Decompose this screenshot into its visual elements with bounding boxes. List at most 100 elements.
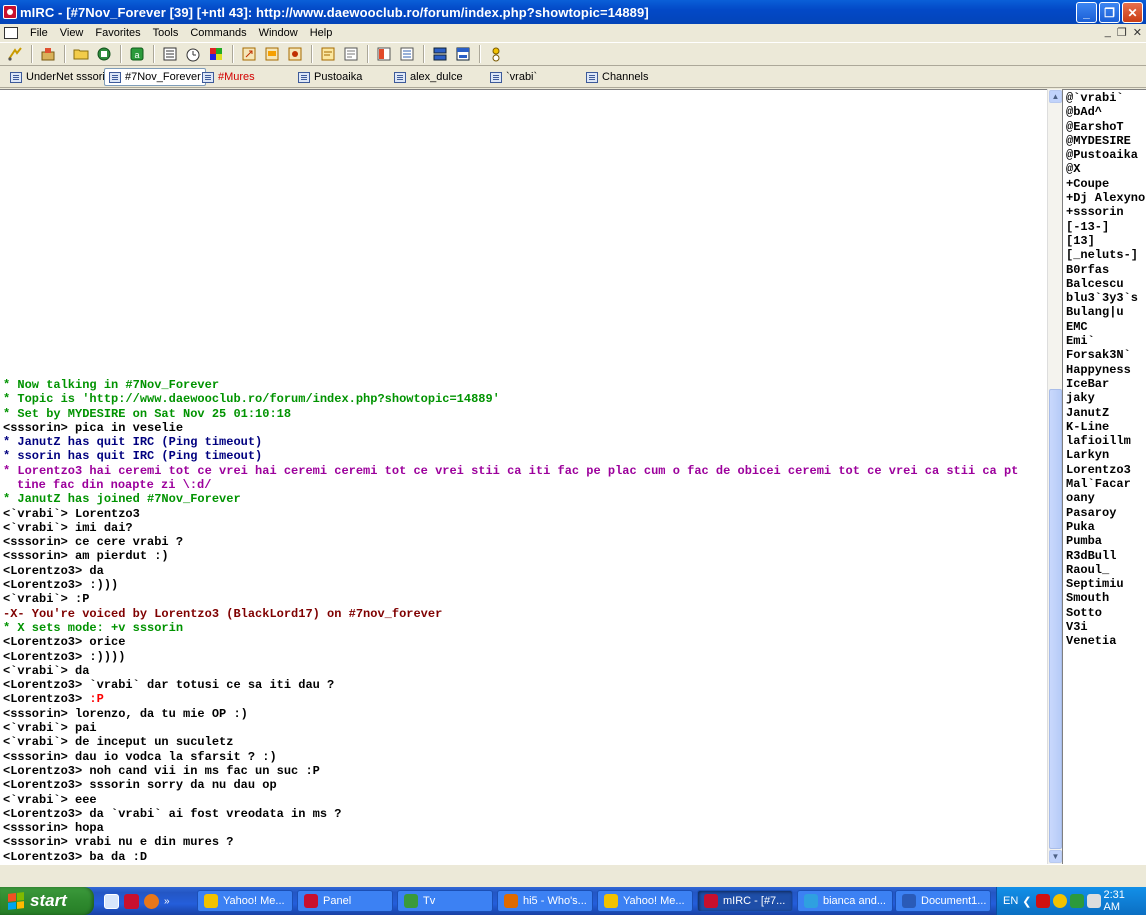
nick-item[interactable]: Balcescu [1064, 277, 1145, 291]
connect-icon[interactable] [6, 45, 24, 63]
taskbar-button[interactable]: Panel [297, 890, 393, 912]
url-list-icon[interactable] [375, 45, 393, 63]
chat-scrollbar[interactable]: ▲ ▼ [1047, 89, 1062, 864]
menu-view[interactable]: View [54, 27, 90, 39]
tab-channels[interactable]: Channels [582, 68, 652, 86]
nick-item[interactable]: Septimiu [1064, 577, 1145, 591]
chevron-right-icon[interactable]: » [164, 896, 170, 907]
nick-item[interactable]: Happyness [1064, 363, 1145, 377]
nick-item[interactable]: Sotto [1064, 606, 1145, 620]
tab-vrabi[interactable]: `vrabi` [486, 68, 541, 86]
nick-item[interactable]: jaky [1064, 391, 1145, 405]
nick-item[interactable]: K-Line [1064, 420, 1145, 434]
nick-item[interactable]: [_neluts-] [1064, 248, 1145, 262]
nick-item[interactable]: +Coupe [1064, 177, 1145, 191]
menu-commands[interactable]: Commands [184, 27, 252, 39]
firefox-icon[interactable] [144, 893, 159, 909]
tile-horizontal-icon[interactable] [431, 45, 449, 63]
dcc-chat-icon[interactable] [263, 45, 281, 63]
menu-window[interactable]: Window [253, 27, 304, 39]
address-book-icon[interactable] [95, 45, 113, 63]
network-icon[interactable] [1069, 894, 1084, 908]
chat-window[interactable]: * Now talking in #7Nov_Forever * Topic is… [0, 89, 1047, 864]
nick-item[interactable]: Forsak3N` [1064, 348, 1145, 362]
scroll-up-arrow-icon[interactable]: ▲ [1049, 90, 1062, 103]
nick-item[interactable]: Venetia [1064, 634, 1145, 648]
address-list-icon[interactable] [398, 45, 416, 63]
notify-icon[interactable] [342, 45, 360, 63]
tab-pustoaika[interactable]: Pustoaika [294, 68, 366, 86]
tab-mures[interactable]: #Mures [198, 68, 259, 86]
yahoo-messenger-icon[interactable] [1052, 894, 1067, 908]
nick-item[interactable]: [13] [1064, 234, 1145, 248]
antivirus-icon[interactable] [1035, 894, 1050, 908]
nick-item[interactable]: @EarshoT [1064, 120, 1145, 134]
nick-item[interactable]: R3dBull [1064, 549, 1145, 563]
mdi-close-button[interactable]: ✕ [1133, 26, 1142, 39]
document-icon[interactable] [4, 27, 18, 39]
folder-icon[interactable] [72, 45, 90, 63]
nick-list[interactable]: @`vrabi` @bAd^ @EarshoT @MYDESIRE @Pustoaika… [1062, 89, 1146, 864]
timer-icon[interactable] [184, 45, 202, 63]
taskbar-button[interactable]: mIRC - [#7... [697, 890, 793, 912]
tab-undernet-status[interactable]: UnderNet sssorin [6, 68, 115, 86]
tab-7nov-forever[interactable]: #7Nov_Forever [104, 68, 206, 86]
options-icon[interactable] [39, 45, 57, 63]
nick-item[interactable]: Puka [1064, 520, 1145, 534]
close-button[interactable]: ✕ [1122, 2, 1143, 23]
show-desktop-icon[interactable] [104, 893, 119, 909]
channel-list-icon[interactable] [161, 45, 179, 63]
menu-file[interactable]: File [24, 27, 54, 39]
nick-item[interactable]: Mal`Facar [1064, 477, 1145, 491]
chevron-left-icon[interactable]: ❮ [1022, 895, 1031, 908]
taskbar-button[interactable]: Document1... [895, 890, 991, 912]
nick-item[interactable]: Larkyn [1064, 448, 1145, 462]
nick-item[interactable]: Smouth [1064, 591, 1145, 605]
nick-item[interactable]: @`vrabi` [1064, 91, 1145, 105]
nick-item[interactable]: Bulang|u [1064, 305, 1145, 319]
start-button[interactable]: start [0, 887, 94, 915]
scroll-down-arrow-icon[interactable]: ▼ [1049, 850, 1062, 863]
taskbar-button[interactable]: Yahoo! Me... [197, 890, 293, 912]
mirc-quicklaunch-icon[interactable] [124, 893, 139, 909]
mirc-app-icon[interactable] [3, 5, 17, 19]
mdi-minimize-button[interactable]: _ [1105, 26, 1111, 39]
menu-favorites[interactable]: Favorites [89, 27, 146, 39]
nick-item[interactable]: +Dj Alexyno [1064, 191, 1145, 205]
scrollbar-thumb[interactable] [1049, 389, 1062, 849]
nick-item[interactable]: Raoul_ [1064, 563, 1145, 577]
colors-icon[interactable] [207, 45, 225, 63]
nick-item[interactable]: @X [1064, 162, 1145, 176]
nick-item[interactable]: @bAd^ [1064, 105, 1145, 119]
menu-help[interactable]: Help [304, 27, 339, 39]
taskbar-button[interactable]: hi5 - Who's... [497, 890, 593, 912]
tile-vertical-icon[interactable] [454, 45, 472, 63]
title-bar[interactable]: mIRC - [#7Nov_Forever [39] [+ntl 43]: ht… [0, 0, 1146, 24]
dcc-options-icon[interactable] [286, 45, 304, 63]
nick-item[interactable]: JanutZ [1064, 406, 1145, 420]
nick-item[interactable]: @MYDESIRE [1064, 134, 1145, 148]
tab-alex-dulce[interactable]: alex_dulce [390, 68, 467, 86]
nick-item[interactable]: Emi` [1064, 334, 1145, 348]
nick-item[interactable]: oany [1064, 491, 1145, 505]
nick-item[interactable]: lafioillm [1064, 434, 1145, 448]
nick-item[interactable]: [-13-] [1064, 220, 1145, 234]
nick-item[interactable]: +sssorin [1064, 205, 1145, 219]
nick-item[interactable]: B0rfas [1064, 263, 1145, 277]
log-icon[interactable] [319, 45, 337, 63]
taskbar-button[interactable]: Yahoo! Me... [597, 890, 693, 912]
nick-item[interactable]: Lorentzo3 [1064, 463, 1145, 477]
scripts-editor-icon[interactable]: a [128, 45, 146, 63]
minimize-button[interactable]: _ [1076, 2, 1097, 23]
menu-tools[interactable]: Tools [147, 27, 185, 39]
clock[interactable]: 2:31 AM [1104, 889, 1137, 913]
maximize-button[interactable]: ❐ [1099, 2, 1120, 23]
language-indicator[interactable]: EN [1003, 895, 1018, 907]
taskbar-button[interactable]: Tv [397, 890, 493, 912]
about-icon[interactable] [487, 45, 505, 63]
nick-item[interactable]: IceBar [1064, 377, 1145, 391]
dcc-send-icon[interactable] [240, 45, 258, 63]
nick-item[interactable]: blu3`3y3`s [1064, 291, 1145, 305]
mdi-restore-button[interactable]: ❐ [1117, 26, 1127, 39]
volume-icon[interactable] [1086, 894, 1101, 908]
